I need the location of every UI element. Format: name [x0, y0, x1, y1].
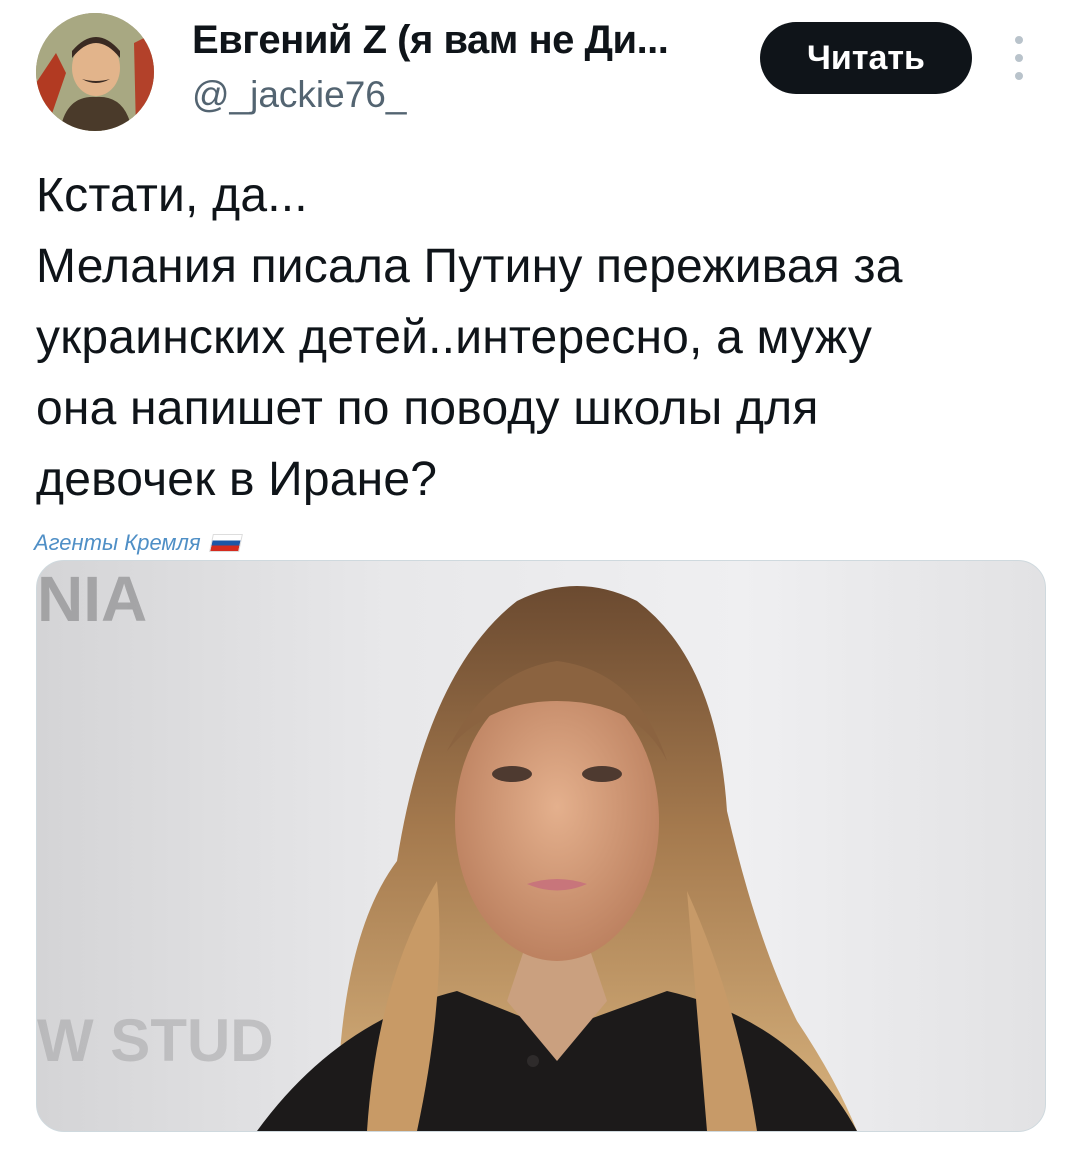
author-display-name[interactable]: Евгений Z (я вам не Ди...	[192, 18, 669, 63]
channel-watermark: Агенты Кремля	[34, 530, 243, 556]
russian-flag-icon	[208, 534, 243, 552]
tweet-text-line: она напишет по поводу школы для	[36, 382, 819, 435]
tweet-text-line: девочек в Иране?	[36, 453, 438, 506]
more-dot	[1015, 54, 1023, 62]
avatar[interactable]	[36, 13, 154, 131]
tweet-text-line: Кстати, да...	[36, 169, 308, 222]
portrait-photo: NIA W STUD	[37, 563, 857, 1131]
author-handle[interactable]: @_jackie76_	[192, 74, 406, 116]
more-dot	[1015, 36, 1023, 44]
background-text-bottom: W STUD	[37, 1007, 274, 1074]
tweet-header: Евгений Z (я вам не Ди... @_jackie76_ Чи…	[0, 0, 1080, 140]
watermark-text: Агенты Кремля	[34, 530, 201, 555]
tweet-text: Кстати, да... Мелания писала Путину пере…	[36, 160, 1046, 515]
tweet-media-image[interactable]: NIA W STUD	[36, 560, 1046, 1132]
more-vertical-icon[interactable]	[1004, 36, 1034, 80]
avatar-portrait-icon	[36, 13, 154, 131]
follow-button[interactable]: Читать	[760, 22, 972, 94]
background-text-top: NIA	[37, 563, 147, 635]
tweet-text-line: украинских детей..интересно, а мужу	[36, 311, 873, 364]
more-dot	[1015, 72, 1023, 80]
tweet-text-line: Мелания писала Путину переживая за	[36, 240, 903, 293]
